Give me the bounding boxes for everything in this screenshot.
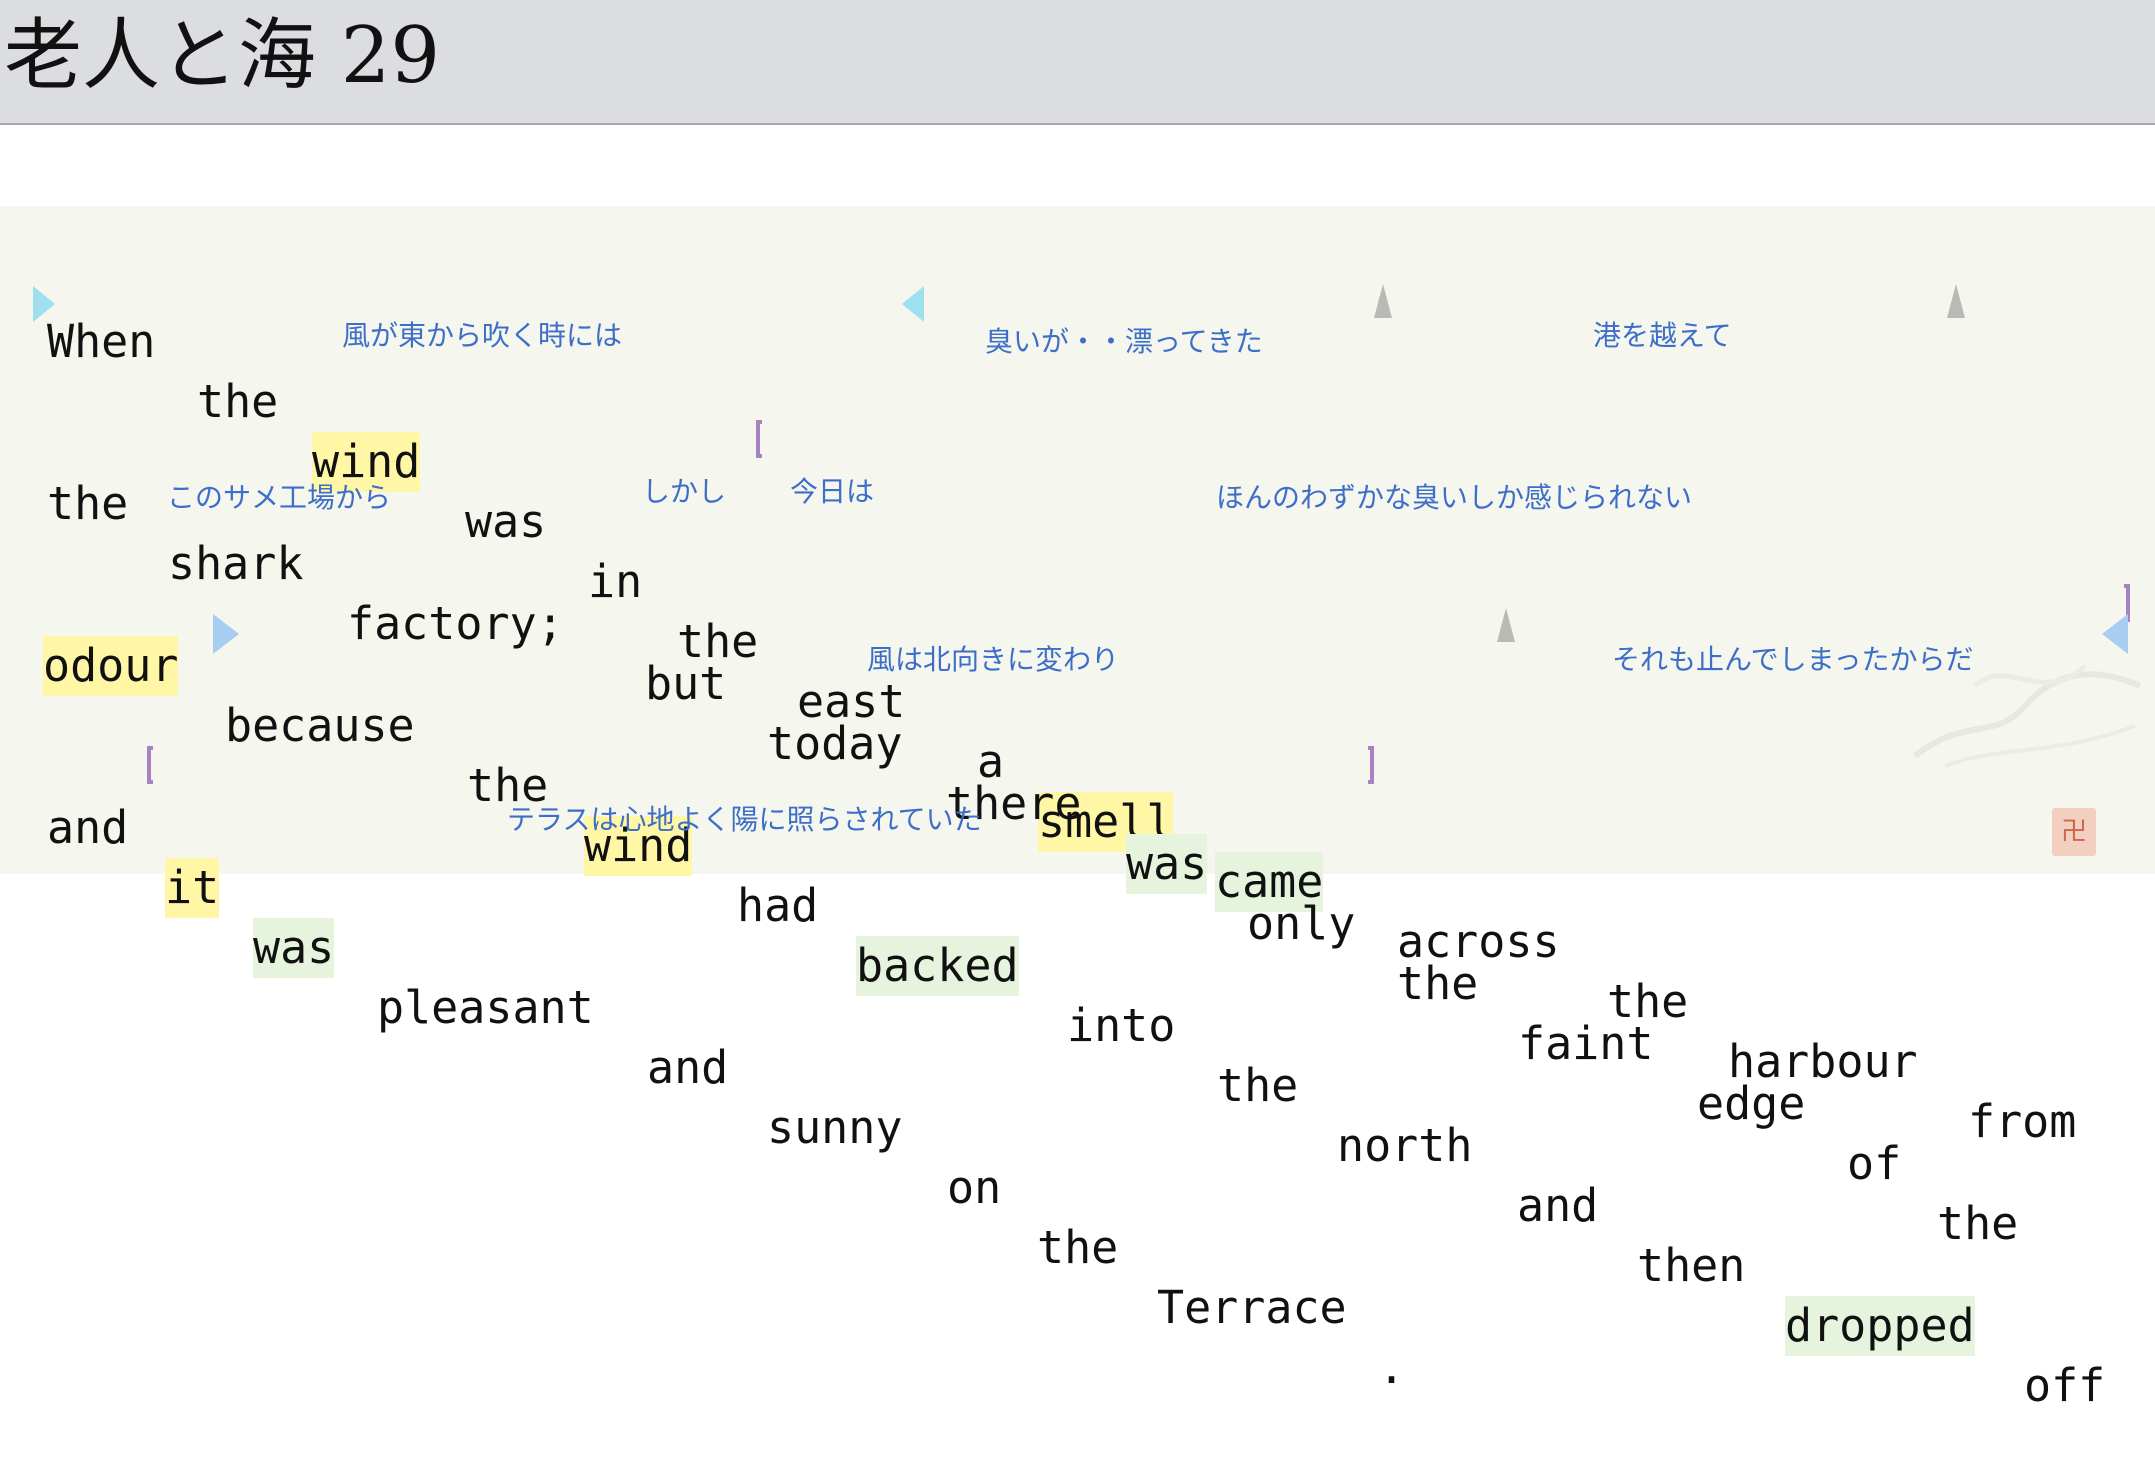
word-highlight-green: was: [1126, 834, 1208, 894]
annotation: 港を越えて: [1593, 319, 1732, 352]
word-highlight-green: was: [253, 918, 335, 978]
triangle-marker-icon: [2102, 614, 2128, 654]
annotation: ほんのわずかな臭いしか感じられない: [1216, 481, 1693, 514]
word: the: [197, 375, 279, 428]
word: and: [47, 801, 129, 854]
word: because: [225, 699, 415, 752]
annotation: 風は北向きに変わり: [867, 643, 1120, 676]
word: was: [465, 495, 547, 548]
word: shark: [168, 537, 304, 590]
word: the: [1037, 1221, 1119, 1274]
word: into: [1067, 999, 1176, 1052]
word: the: [1397, 957, 1479, 1010]
annotation: テラスは心地よく陽に照らされていた: [507, 803, 982, 836]
word: but: [645, 657, 727, 710]
triangle-marker-icon: [1374, 284, 1392, 318]
word: today: [767, 717, 903, 770]
word: When: [47, 315, 156, 368]
word: the: [1217, 1059, 1299, 1112]
annotation: このサメ工場から: [167, 481, 392, 514]
text-line-4: and it was pleasant and sunny on the Ter…: [0, 738, 1405, 1458]
word-highlight-yellow: odour: [43, 636, 179, 696]
word: the: [1937, 1197, 2019, 1250]
word: and: [647, 1041, 729, 1094]
word: only: [1247, 897, 1356, 950]
triangle-marker-icon: [1947, 284, 1965, 318]
right-bracket-marker: [1368, 746, 1374, 784]
word: on: [947, 1161, 1002, 1214]
annotation: 今日は: [790, 475, 875, 508]
word: factory;: [347, 597, 564, 650]
word: edge: [1697, 1077, 1806, 1130]
word: faint: [1518, 1017, 1654, 1070]
word: from: [1968, 1095, 2077, 1148]
annotation: 臭いが・・漂ってきた: [985, 325, 1263, 358]
left-bracket-marker: [756, 420, 762, 458]
seal-stamp-icon: 卍: [2052, 808, 2096, 856]
triangle-marker-icon: [213, 614, 239, 654]
word: then: [1637, 1239, 1746, 1292]
word: Terrace: [1157, 1281, 1347, 1334]
triangle-marker-icon: [33, 286, 55, 322]
title-bar: 老人と海 29: [0, 0, 2155, 125]
word: and: [1517, 1179, 1599, 1232]
word-highlight-green: backed: [856, 936, 1019, 996]
annotation: しかし: [642, 475, 727, 508]
word: had: [737, 879, 819, 932]
word: sunny: [767, 1101, 903, 1154]
word-highlight-green: dropped: [1785, 1296, 1975, 1356]
annotation: 風が東から吹く時には: [342, 319, 623, 352]
left-bracket-marker: [147, 746, 153, 784]
word: in: [588, 555, 643, 608]
word: pleasant: [377, 981, 594, 1034]
page-title: 老人と海 29: [4, 11, 441, 101]
word: north: [1337, 1119, 1473, 1172]
content-area: When the wind was in the east a smell ca…: [0, 206, 2155, 1412]
word-highlight-yellow: it: [165, 858, 220, 918]
word: of: [1847, 1137, 1902, 1190]
word: the: [47, 477, 129, 530]
word: .: [1378, 1341, 1406, 1394]
triangle-marker-icon: [902, 286, 924, 322]
annotation: それも止んでしまったからだ: [1612, 643, 1974, 676]
triangle-marker-icon: [1497, 608, 1515, 642]
word: off: [2024, 1359, 2106, 1412]
